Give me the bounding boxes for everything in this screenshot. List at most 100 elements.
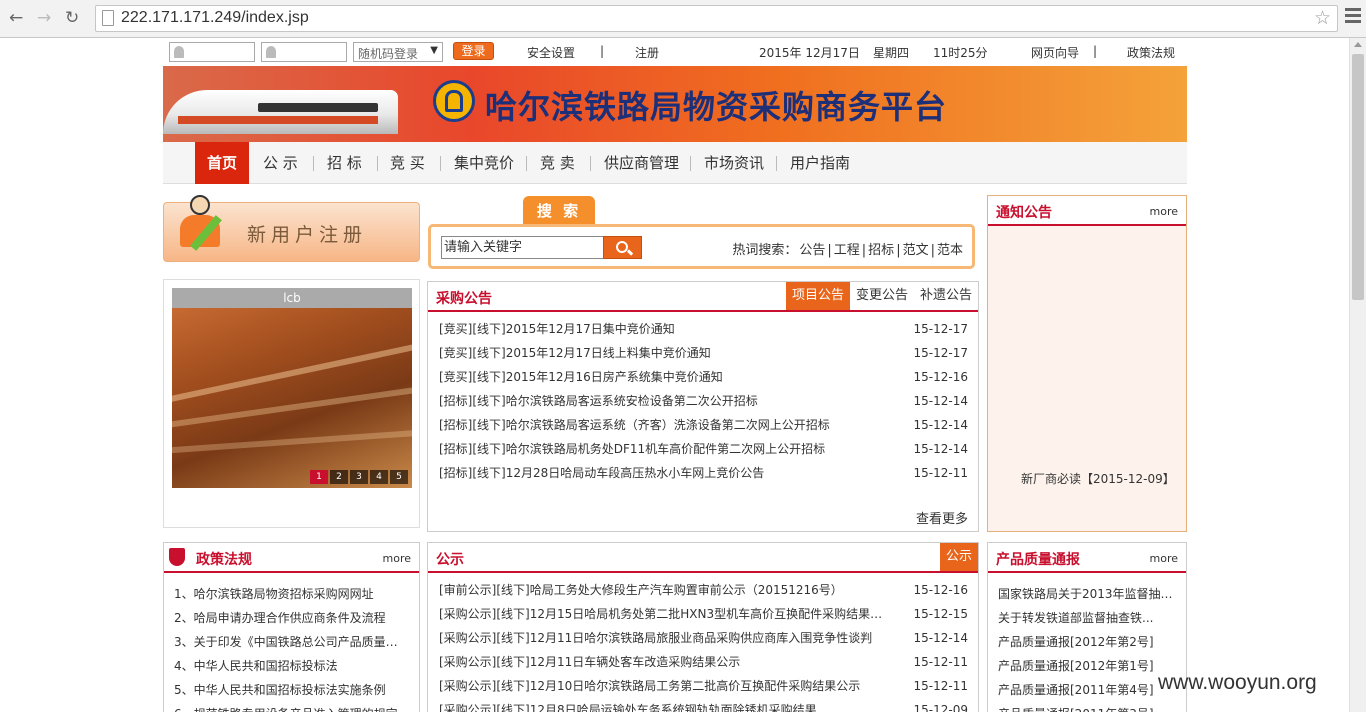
publicity-list: [审前公示][线下]哈局工务处大修段生产汽车购置审前公示（20151216号） 1… xyxy=(439,578,968,712)
quality-list: 国家铁路局关于2013年监督抽查... 关于转发铁道部监督抽查铁... 产品质量… xyxy=(998,582,1176,712)
list-item[interactable]: [招标][线下]哈尔滨铁路局客运系统安检设备第二次公开招标 15-12-14 xyxy=(439,389,968,413)
nav-supplier-management[interactable]: 供应商管理 xyxy=(604,142,679,184)
nav-separator xyxy=(690,156,691,171)
hot-word[interactable]: 范本 xyxy=(937,243,963,258)
more-link[interactable]: more xyxy=(383,552,412,565)
reload-icon[interactable]: ↻ xyxy=(65,8,79,28)
procurement-panel: 采购公告 项目公告 变更公告 补遗公告 [竞买][线下]2015年12月17日集… xyxy=(427,281,979,532)
list-item[interactable]: [采购公示][线下]12月15日哈局机务处第二批HXN3型机车高价互换配件采购结… xyxy=(439,602,968,626)
list-item[interactable]: 2、哈局申请办理合作供应商条件及流程 xyxy=(174,606,409,630)
carousel-dot[interactable]: 4 xyxy=(370,470,388,484)
list-item[interactable]: [采购公示][线下]12月11日车辆处客车改造采购结果公示 15-12-11 xyxy=(439,650,968,674)
panel-title: 公示 xyxy=(436,552,464,568)
password-input[interactable] xyxy=(261,42,347,62)
tab-project-notice[interactable]: 项目公告 xyxy=(785,282,850,310)
hot-word[interactable]: 公告 xyxy=(799,243,825,258)
tab-change-notice[interactable]: 变更公告 xyxy=(850,282,914,310)
browser-menu-icon[interactable] xyxy=(1345,8,1361,26)
scroll-up-icon[interactable] xyxy=(1354,42,1362,47)
bookmark-star-icon[interactable]: ☆ xyxy=(1314,7,1331,29)
site-guide-link[interactable]: 网页向导 xyxy=(1031,44,1079,61)
nav-user-guide[interactable]: 用户指南 xyxy=(790,142,850,184)
login-type-select[interactable]: 随机码登录 ▼ xyxy=(353,42,443,62)
train-stripe xyxy=(178,116,378,124)
carousel-dot[interactable]: 5 xyxy=(390,470,408,484)
list-item[interactable]: 产品质量通报[2012年第2号] xyxy=(998,630,1176,654)
current-weekday: 星期四 xyxy=(873,46,910,60)
carousel-pager: 1 2 3 4 5 xyxy=(310,470,408,484)
list-item[interactable]: 3、关于印发《中国铁路总公司产品质量监督... xyxy=(174,630,409,654)
url-text[interactable]: 222.171.171.249/index.jsp xyxy=(121,9,309,27)
search-box: 请输入关键字 热词搜索： 公告 | 工程 | 招标 | 范文 | 范本 xyxy=(428,224,975,269)
list-item[interactable]: 1、哈尔滨铁路局物资招标采购网网址 xyxy=(174,582,409,606)
notice-panel: 通知公告 more 新厂商必读【2015-12-09】 xyxy=(987,195,1187,532)
nav-competitive-buy[interactable]: 竞 买 xyxy=(390,142,425,184)
address-bar[interactable]: 222.171.171.249/index.jsp ☆ xyxy=(95,5,1338,32)
rail-yard-image[interactable]: 1 2 3 4 5 xyxy=(172,308,412,488)
list-item[interactable]: [采购公示][线下]12月10日哈尔滨铁路局工务第二批高价互换配件采购结果公示 1… xyxy=(439,674,968,698)
see-more-link[interactable]: 查看更多 xyxy=(916,508,968,527)
list-item[interactable]: 5、中华人民共和国招标投标法实施条例 xyxy=(174,678,409,702)
list-item[interactable]: [招标][线下]哈尔滨铁路局客运系统（齐客）洗涤设备第二次网上公开招标 15-12… xyxy=(439,413,968,437)
search-tab[interactable]: 搜 索 xyxy=(523,196,595,226)
publicity-tabs: 公示 xyxy=(939,543,978,571)
carousel-dot[interactable]: 1 xyxy=(310,470,328,484)
list-item[interactable]: [审前公示][线下]哈局工务处大修段生产汽车购置审前公示（20151216号） 1… xyxy=(439,578,968,602)
username-input[interactable] xyxy=(169,42,255,62)
list-item[interactable]: [采购公示][线下]12月8日哈局运输处车务系统钢轨轨面除锈机采购结果 15-12… xyxy=(439,698,968,712)
carousel-dot[interactable]: 3 xyxy=(350,470,368,484)
railway-logo-icon xyxy=(433,80,475,122)
login-button[interactable]: 登录 xyxy=(453,42,494,60)
list-item[interactable]: 产品质量通报[2012年第1号] xyxy=(998,654,1176,678)
list-item[interactable]: 产品质量通报[2011年第3号] xyxy=(998,702,1176,712)
panel-header: 采购公告 项目公告 变更公告 补遗公告 xyxy=(428,282,978,312)
hot-word[interactable]: 范文 xyxy=(903,243,929,258)
notice-item[interactable]: 新厂商必读【2015-12-09】 xyxy=(1021,470,1175,487)
current-date: 2015年 12月17日 xyxy=(759,46,860,60)
search-input[interactable]: 请输入关键字 xyxy=(441,236,604,259)
more-link[interactable]: more xyxy=(1150,552,1179,565)
panel-title: 产品质量通报 xyxy=(996,552,1080,568)
new-user-register-button[interactable]: 新用户注册 xyxy=(163,195,420,262)
list-item[interactable]: [招标][线下]哈尔滨铁路局机务处DF11机车高价配件第二次网上公开招标 15-1… xyxy=(439,437,968,461)
hot-search: 热词搜索： 公告 | 工程 | 招标 | 范文 | 范本 xyxy=(732,243,963,258)
register-label: 新用户注册 xyxy=(247,224,368,246)
list-item[interactable]: 国家铁路局关于2013年监督抽查... xyxy=(998,582,1176,606)
nav-separator xyxy=(313,156,314,171)
publicity-panel: 公示 公示 [审前公示][线下]哈局工务处大修段生产汽车购置审前公示（20151… xyxy=(427,542,979,712)
policy-link[interactable]: 政策法规 xyxy=(1127,44,1175,61)
nav-centralized-bidding[interactable]: 集中竞价 xyxy=(454,142,514,184)
browser-toolbar: ← → ↻ 222.171.171.249/index.jsp ☆ xyxy=(0,0,1366,38)
list-item[interactable]: [竞买][线下]2015年12月17日线上料集中竞价通知 15-12-17 xyxy=(439,341,968,365)
hot-word[interactable]: 招标 xyxy=(868,243,894,258)
list-item[interactable]: 6、规范铁路专用设备产品准入管理的规定 xyxy=(174,702,409,712)
separator: | xyxy=(1093,44,1098,58)
register-link[interactable]: 注册 xyxy=(635,44,659,61)
nav-home[interactable]: 首页 xyxy=(195,142,249,184)
hot-word[interactable]: 工程 xyxy=(834,243,860,258)
list-item[interactable]: 4、中华人民共和国招标投标法 xyxy=(174,654,409,678)
forward-icon[interactable]: → xyxy=(37,8,51,28)
back-icon[interactable]: ← xyxy=(9,8,23,28)
tab-addendum-notice[interactable]: 补遗公告 xyxy=(914,282,978,310)
tab-publicity[interactable]: 公示 xyxy=(939,543,978,571)
list-item[interactable]: [招标][线下]12月28日哈局动车段高压热水小车网上竞价公告 15-12-11 xyxy=(439,461,968,485)
list-item[interactable]: 产品质量通报[2011年第4号] xyxy=(998,678,1176,702)
security-settings-link[interactable]: 安全设置 xyxy=(527,44,575,61)
nav-market-news[interactable]: 市场资讯 xyxy=(704,142,764,184)
nav-publicity[interactable]: 公 示 xyxy=(263,142,298,184)
scrollbar-thumb[interactable] xyxy=(1352,54,1364,300)
list-item[interactable]: [竞买][线下]2015年12月16日房产系统集中竞价通知 15-12-16 xyxy=(439,365,968,389)
procurement-tabs: 项目公告 变更公告 补遗公告 xyxy=(785,282,978,310)
carousel-dot[interactable]: 2 xyxy=(330,470,348,484)
list-item[interactable]: 关于转发铁道部监督抽查铁... xyxy=(998,606,1176,630)
search-button[interactable] xyxy=(603,236,642,259)
list-item[interactable]: [竞买][线下]2015年12月17日集中竞价通知 15-12-17 xyxy=(439,317,968,341)
more-link[interactable]: more xyxy=(1150,205,1179,218)
train-image xyxy=(163,90,398,134)
vertical-scrollbar[interactable] xyxy=(1349,38,1366,712)
quality-panel: 产品质量通报 more 国家铁路局关于2013年监督抽查... 关于转发铁道部监… xyxy=(987,542,1187,712)
nav-bidding[interactable]: 招 标 xyxy=(327,142,362,184)
list-item[interactable]: [采购公示][线下]12月11日哈尔滨铁路局旅服业商品采购供应商库入围竞争性谈判… xyxy=(439,626,968,650)
nav-competitive-sale[interactable]: 竞 卖 xyxy=(540,142,575,184)
